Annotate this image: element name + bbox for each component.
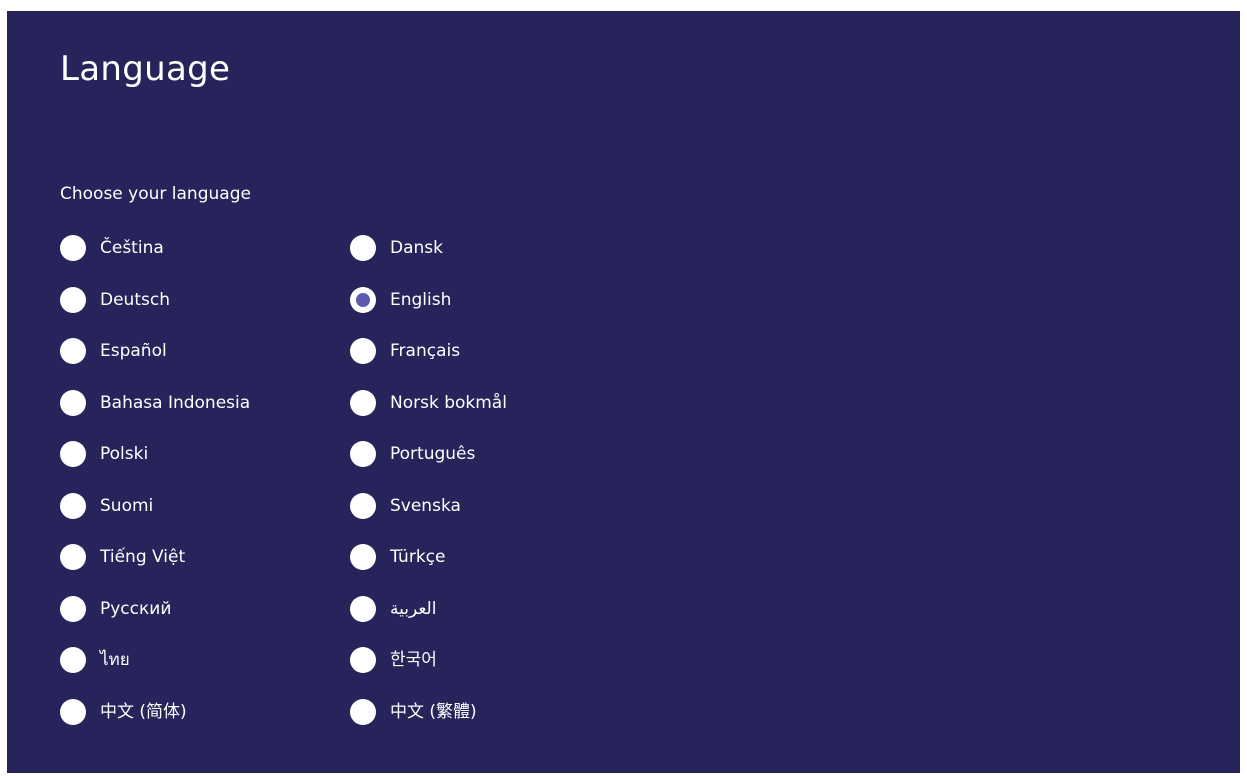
radio-button[interactable]: [60, 596, 86, 622]
language-option-chinese-traditional[interactable]: 中文 (繁體): [350, 697, 477, 727]
language-option-norsk-bokmal[interactable]: Norsk bokmål: [350, 388, 507, 418]
language-option-francais[interactable]: Français: [350, 336, 460, 366]
language-option-svenska[interactable]: Svenska: [350, 491, 461, 521]
language-label: Türkçe: [390, 547, 446, 567]
language-option-portugues[interactable]: Português: [350, 439, 475, 469]
radio-selected-dot: [356, 293, 370, 307]
language-label: 中文 (繁體): [390, 702, 477, 722]
radio-button[interactable]: [60, 338, 86, 364]
radio-button[interactable]: [60, 235, 86, 261]
language-label: Português: [390, 444, 476, 464]
radio-button[interactable]: [350, 647, 376, 673]
language-option-english[interactable]: English: [350, 285, 451, 315]
radio-button[interactable]: [350, 390, 376, 416]
language-option-turkce[interactable]: Türkçe: [350, 542, 445, 572]
language-option-thai[interactable]: ไทย: [60, 645, 130, 675]
radio-button[interactable]: [60, 699, 86, 725]
language-label: 中文 (简体): [100, 702, 187, 722]
radio-button[interactable]: [60, 493, 86, 519]
radio-button[interactable]: [350, 441, 376, 467]
language-label: Bahasa Indonesia: [100, 393, 251, 413]
radio-button[interactable]: [60, 390, 86, 416]
language-label: Deutsch: [100, 290, 170, 310]
language-label: Čeština: [100, 238, 164, 258]
language-option-russkiy[interactable]: Русский: [60, 594, 171, 624]
language-option-korean[interactable]: 한국어: [350, 645, 437, 675]
radio-button[interactable]: [350, 699, 376, 725]
radio-button[interactable]: [60, 287, 86, 313]
language-settings-panel: Language Choose your language Čeština Da…: [7, 11, 1240, 773]
language-label: Norsk bokmål: [390, 393, 507, 413]
radio-button[interactable]: [350, 596, 376, 622]
radio-button[interactable]: [60, 441, 86, 467]
language-option-deutsch[interactable]: Deutsch: [60, 285, 170, 315]
language-option-espanol[interactable]: Español: [60, 336, 167, 366]
language-label: Français: [390, 341, 461, 361]
language-option-suomi[interactable]: Suomi: [60, 491, 153, 521]
radio-button-selected[interactable]: [350, 287, 376, 313]
page-title: Language: [60, 49, 231, 89]
radio-button[interactable]: [350, 544, 376, 570]
language-option-dansk[interactable]: Dansk: [350, 233, 443, 263]
language-label: 한국어: [390, 650, 437, 670]
language-label: العربية: [390, 599, 437, 619]
language-label: Tiếng Việt: [100, 547, 186, 567]
language-option-arabic[interactable]: العربية: [350, 594, 436, 624]
language-label: Dansk: [390, 238, 443, 258]
language-option-chinese-simplified[interactable]: 中文 (简体): [60, 697, 187, 727]
language-label: Polski: [100, 444, 149, 464]
section-subtitle: Choose your language: [60, 184, 251, 204]
language-option-polski[interactable]: Polski: [60, 439, 148, 469]
language-label: Suomi: [100, 496, 154, 516]
radio-button[interactable]: [60, 544, 86, 570]
radio-button[interactable]: [60, 647, 86, 673]
language-label: English: [390, 290, 452, 310]
language-label: Español: [100, 341, 167, 361]
language-label: ไทย: [100, 650, 130, 670]
language-label: Русский: [100, 599, 172, 619]
radio-button[interactable]: [350, 338, 376, 364]
language-option-cestina[interactable]: Čeština: [60, 233, 164, 263]
language-option-tieng-viet[interactable]: Tiếng Việt: [60, 542, 185, 572]
radio-button[interactable]: [350, 235, 376, 261]
language-label: Svenska: [390, 496, 461, 516]
language-option-bahasa-indonesia[interactable]: Bahasa Indonesia: [60, 388, 250, 418]
radio-button[interactable]: [350, 493, 376, 519]
